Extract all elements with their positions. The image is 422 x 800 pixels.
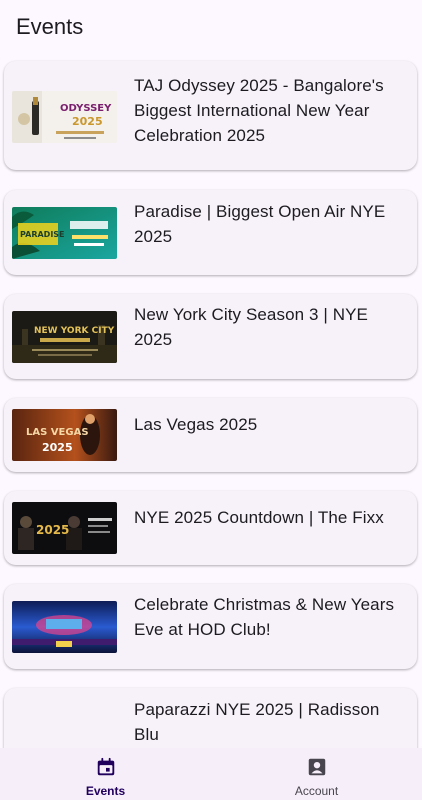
event-card[interactable]: Paparazzi NYE 2025 | Radisson Blu: [4, 688, 417, 748]
las-vegas-poster-icon: LAS VEGAS 2025: [12, 409, 117, 461]
odyssey-poster-icon: ODYSSEY 2025: [12, 91, 117, 143]
event-thumbnail: NEW YORK CITY: [12, 311, 117, 363]
svg-text:2025: 2025: [42, 441, 73, 454]
event-title: Paparazzi NYE 2025 | Radisson Blu: [134, 700, 380, 744]
event-thumbnail: ODYSSEY 2025: [12, 91, 117, 143]
svg-text:NEW YORK CITY: NEW YORK CITY: [34, 326, 115, 336]
nav-account-label: Account: [294, 784, 339, 798]
page-title: Events: [16, 14, 84, 39]
fixx-poster-icon: 2025: [12, 502, 117, 554]
event-card[interactable]: ODYSSEY 2025 TAJ Odyssey 2025 - Bangalor…: [4, 61, 417, 170]
account-box-icon: [308, 758, 325, 776]
event-title: Paradise | Biggest Open Air NYE 2025: [134, 202, 386, 246]
svg-text:2025: 2025: [36, 523, 69, 537]
paradise-poster-icon: PARADISE: [12, 207, 117, 259]
nyc-poster-icon: NEW YORK CITY: [12, 311, 117, 363]
svg-text:LAS VEGAS: LAS VEGAS: [26, 427, 89, 438]
hod-poster-icon: [12, 601, 117, 653]
svg-text:2025: 2025: [72, 115, 103, 128]
event-list[interactable]: ODYSSEY 2025 TAJ Odyssey 2025 - Bangalor…: [0, 54, 422, 748]
nav-events-label: Events: [85, 784, 126, 798]
event-title: Celebrate Christmas & New Years Eve at H…: [134, 595, 395, 639]
event-thumbnail: PARADISE: [12, 207, 117, 259]
event-title: New York City Season 3 | NYE 2025: [134, 305, 368, 349]
event-thumbnail: [12, 601, 117, 653]
event-card[interactable]: PARADISE Paradise | Biggest Open Air NYE…: [4, 190, 417, 275]
bottom-navigation: Events Account: [0, 748, 422, 800]
event-thumbnail: 2025: [12, 502, 117, 554]
event-thumbnail: LAS VEGAS 2025: [12, 409, 117, 461]
event-card[interactable]: 2025 NYE 2025 Countdown | The Fixx: [4, 491, 417, 565]
nav-account[interactable]: Account: [211, 748, 422, 800]
event-title: Las Vegas 2025: [134, 415, 258, 434]
svg-text:ODYSSEY: ODYSSEY: [60, 103, 112, 114]
event-title: NYE 2025 Countdown | The Fixx: [134, 508, 384, 527]
event-card[interactable]: LAS VEGAS 2025 Las Vegas 2025: [4, 398, 417, 472]
nav-events[interactable]: Events: [0, 748, 211, 800]
app-bar: Events: [0, 0, 422, 54]
event-card[interactable]: Celebrate Christmas & New Years Eve at H…: [4, 584, 417, 669]
calendar-icon: [97, 757, 114, 776]
svg-text:PARADISE: PARADISE: [20, 230, 65, 239]
event-card[interactable]: NEW YORK CITY New York City Season 3 | N…: [4, 294, 417, 379]
event-title: TAJ Odyssey 2025 - Bangalore's Biggest I…: [134, 76, 384, 145]
